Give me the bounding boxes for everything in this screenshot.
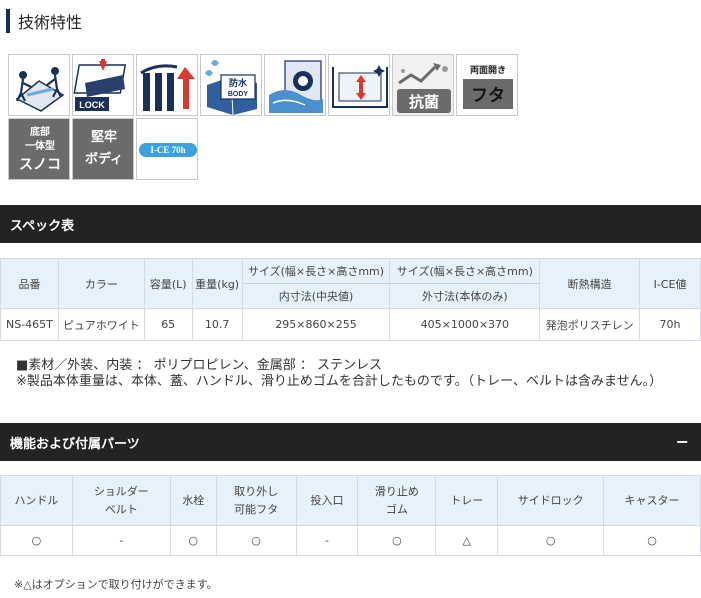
parts-table: ハンドル ショルダーベルト 水栓 取り外し可能フタ 投入口 滑り止めゴム トレー… bbox=[0, 475, 701, 556]
parts-header-drain: 水栓 bbox=[169, 475, 217, 526]
height-feature-icon bbox=[328, 54, 390, 116]
parts-drain: ○ bbox=[169, 525, 217, 556]
parts-header-sidelock: サイドロック bbox=[497, 475, 605, 526]
collapse-icon[interactable]: − bbox=[676, 432, 689, 451]
ice-value-label: I-CE 70h bbox=[150, 145, 185, 155]
parts-sidelock: ○ bbox=[497, 525, 605, 556]
spec-ice: 70h bbox=[639, 308, 701, 341]
inner-size-note: 内寸法(中央値) bbox=[242, 283, 390, 304]
parts-heading: 機能および付属パーツ bbox=[10, 436, 140, 452]
spec-outer: 405×1000×370 bbox=[389, 308, 541, 341]
spec-heading-bar: スペック表 bbox=[0, 205, 701, 243]
weight-note: ※製品本体重量は、本体、蓋、ハンドル、滑り止めゴムを合計したものです。（トレー、… bbox=[16, 374, 663, 389]
waterproof-feature-icon: 防水 BODY bbox=[200, 54, 262, 116]
sunoko-label-1: 底部 bbox=[30, 125, 50, 138]
parts-lid: ○ bbox=[215, 525, 297, 556]
parts-shoulder: - bbox=[71, 525, 171, 556]
parts-header-rubber: 滑り止め ゴム bbox=[357, 475, 437, 526]
parts-header-caster: キャスター bbox=[603, 475, 701, 526]
parts-rubber: ○ bbox=[357, 525, 437, 556]
carry-feature-icon bbox=[8, 54, 70, 116]
spec-table: 品番 カラー 容量(L) 重量(kg) サイズ(幅×長さ×高さmm) 内寸法(中… bbox=[0, 258, 701, 341]
spec-header-outer-size: サイズ(幅×長さ×高さmm) 外寸法(本体のみ) bbox=[389, 258, 541, 309]
double-lid-label-2: フタ bbox=[471, 86, 505, 106]
lid-line2: 可能フタ bbox=[234, 502, 279, 516]
table-row: ○ - ○ ○ - ○ △ ○ ○ bbox=[0, 525, 701, 556]
lock-feature-icon: LOCK bbox=[72, 54, 134, 116]
table-row: NS-465T ピュアホワイト 65 10.7 295×860×255 405×… bbox=[0, 308, 701, 341]
parts-header-handle: ハンドル bbox=[0, 475, 73, 526]
waterproof-label-bottom: BODY bbox=[228, 91, 249, 98]
spec-weight: 10.7 bbox=[191, 308, 243, 341]
antibacterial-label: 抗菌 bbox=[409, 93, 439, 111]
parts-header-shoulder: ショルダー ベルト bbox=[71, 475, 171, 526]
spec-heading: スペック表 bbox=[10, 218, 75, 234]
parts-header-inlet: 投入口 bbox=[295, 475, 359, 526]
spec-header-color: カラー bbox=[57, 258, 145, 309]
rubber-line1: 滑り止め bbox=[374, 485, 419, 499]
spec-color: ピュアホワイト bbox=[57, 308, 145, 341]
parts-header-lid: 取り外し 可能フタ bbox=[215, 475, 297, 526]
solid-body-label-1: 堅牢 bbox=[91, 129, 117, 145]
strength-feature-icon bbox=[136, 54, 198, 116]
antibacterial-feature-icon: 抗菌 bbox=[392, 54, 454, 116]
spec-header-product: 品番 bbox=[0, 258, 59, 309]
spec-inner: 295×860×255 bbox=[241, 308, 391, 341]
sunoko-feature-icon: 底部 一体型 スノコ bbox=[8, 118, 70, 180]
waterproof-label-top: 防水 bbox=[229, 77, 248, 88]
double-lid-feature-icon: 両面開き フタ bbox=[456, 54, 518, 116]
tech-section-heading: 技術特性 bbox=[6, 8, 82, 34]
spec-header-row: 品番 カラー 容量(L) 重量(kg) サイズ(幅×長さ×高さmm) 内寸法(中… bbox=[0, 258, 701, 309]
parts-caster: ○ bbox=[603, 525, 701, 556]
parts-tray: △ bbox=[435, 525, 499, 556]
sunoko-label-3: スノコ bbox=[19, 157, 61, 173]
ice-value-feature-icon: I-CE 70h bbox=[136, 118, 198, 180]
tech-title: 技術特性 bbox=[18, 13, 83, 32]
lid-line1: 取り外し bbox=[234, 485, 279, 499]
shoulder-line2: ベルト bbox=[104, 502, 138, 516]
spec-capacity: 65 bbox=[143, 308, 193, 341]
sunoko-label-2: 一体型 bbox=[25, 139, 55, 152]
solid-body-feature-icon: 堅牢 ボディ bbox=[72, 118, 134, 180]
spec-header-inner-size: サイズ(幅×長さ×高さmm) 内寸法(中央値) bbox=[241, 258, 391, 309]
spec-header-capacity: 容量(L) bbox=[143, 258, 193, 309]
rubber-line2: ゴム bbox=[385, 502, 408, 516]
shoulder-line1: ショルダー bbox=[93, 485, 149, 499]
drain-feature-icon bbox=[264, 54, 326, 116]
outer-size-note: 外寸法(本体のみ) bbox=[390, 283, 540, 304]
double-lid-label-1: 両面開き bbox=[470, 65, 506, 76]
spec-header-weight: 重量(kg) bbox=[191, 258, 243, 309]
spec-header-ice: I-CE値 bbox=[639, 258, 701, 309]
option-footnote: ※△はオプションで取り付けができます。 bbox=[14, 578, 218, 591]
parts-handle: ○ bbox=[0, 525, 73, 556]
outer-size-label: サイズ(幅×長さ×高さmm) bbox=[396, 265, 533, 278]
material-note: ■素材／外装、内装 ： ポリプロピレン、金属部 ： ステンレス bbox=[16, 358, 383, 373]
spec-product: NS-465T bbox=[0, 308, 59, 341]
parts-inlet: - bbox=[295, 525, 359, 556]
spec-insulation: 発泡ポリスチレン bbox=[539, 308, 641, 341]
parts-heading-bar[interactable]: 機能および付属パーツ − bbox=[0, 423, 701, 461]
parts-header-tray: トレー bbox=[435, 475, 499, 526]
heading-accent-bar bbox=[6, 9, 10, 33]
solid-body-label-2: ボディ bbox=[85, 151, 123, 167]
lock-label: LOCK bbox=[79, 100, 105, 110]
inner-size-label: サイズ(幅×長さ×高さmm) bbox=[247, 265, 385, 278]
spec-header-insulation: 断熱構造 bbox=[539, 258, 641, 309]
spec-notes: ■素材／外装、内装 ： ポリプロピレン、金属部 ： ステンレス ※製品本体重量は… bbox=[16, 358, 662, 390]
parts-header-row: ハンドル ショルダーベルト 水栓 取り外し可能フタ 投入口 滑り止めゴム トレー… bbox=[0, 475, 701, 526]
